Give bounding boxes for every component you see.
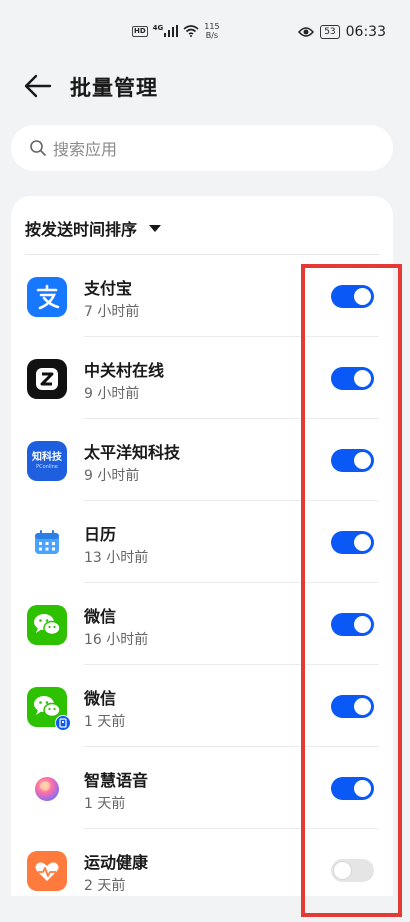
caret-down-icon [149, 224, 162, 232]
status-bar: HD 4G 115 B/s 53 06:33 [0, 0, 410, 64]
app-time: 9 小时前 [84, 468, 140, 484]
hd-badge: HD [132, 25, 148, 37]
notification-toggle[interactable] [331, 449, 374, 472]
alipay-icon [27, 277, 67, 317]
notification-toggle[interactable] [331, 531, 374, 554]
search-input[interactable]: 搜索应用 [11, 125, 393, 171]
pconline-icon: 知科技 PConline [27, 441, 67, 481]
notification-toggle[interactable] [331, 695, 374, 718]
app-name: 中关村在线 [84, 361, 165, 380]
page-title: 批量管理 [70, 76, 158, 100]
app-time: 16 小时前 [84, 632, 149, 648]
list-item: 支付宝 7 小时前 [11, 255, 393, 337]
status-right: 53 06:33 [298, 24, 386, 40]
voice-assistant-icon [27, 769, 67, 809]
battery-icon: 53 [320, 25, 340, 39]
app-time: 1 天前 [84, 796, 126, 812]
app-time: 7 小时前 [84, 304, 140, 320]
network-type: 4G [152, 24, 164, 32]
app-name: 日历 [84, 525, 117, 544]
app-name: 太平洋知科技 [84, 443, 181, 462]
list-item: 智慧语音 1 天前 [11, 747, 393, 829]
list-item: 微信 1 天前 [11, 665, 393, 747]
sort-dropdown[interactable]: 按发送时间排序 [25, 214, 162, 242]
app-header: 批量管理 [0, 64, 410, 108]
notification-toggle[interactable] [331, 367, 374, 390]
back-arrow-icon[interactable] [24, 73, 52, 99]
app-name: 微信 [84, 607, 117, 626]
notification-toggle[interactable] [331, 613, 374, 636]
sort-label: 按发送时间排序 [25, 220, 138, 239]
speed-value: 115 [204, 22, 220, 31]
app-name: 微信 [84, 689, 117, 708]
app-time: 1 天前 [84, 714, 126, 730]
app-time: 13 小时前 [84, 550, 149, 566]
zol-icon [27, 359, 67, 399]
app-name: 运动健康 [84, 853, 149, 872]
icon-subtext: PConline [36, 463, 58, 470]
eye-comfort-icon [298, 27, 315, 37]
app-name: 支付宝 [84, 279, 133, 298]
list-item: 日历 13 小时前 [11, 501, 393, 583]
status-indicators: HD 4G 115 B/s [132, 22, 220, 40]
network-speed: 115 B/s [204, 22, 219, 40]
list-item: 中关村在线 9 小时前 [11, 337, 393, 419]
app-name: 智慧语音 [84, 771, 149, 790]
icon-text: 知科技 [32, 451, 62, 463]
calendar-icon [27, 523, 67, 563]
notification-toggle[interactable] [331, 285, 374, 308]
app-time: 2 天前 [84, 878, 126, 894]
speed-unit: B/s [205, 31, 219, 40]
list-item: 运动健康 2 天前 [11, 829, 393, 896]
clock: 06:33 [345, 24, 386, 40]
wechat-icon [27, 605, 67, 645]
search-placeholder: 搜索应用 [53, 140, 118, 159]
list-item: 知科技 PConline 太平洋知科技 9 小时前 [11, 419, 393, 501]
clone-badge-icon [55, 715, 71, 731]
list-item: 微信 16 小时前 [11, 583, 393, 665]
notification-toggle[interactable] [331, 777, 374, 800]
app-time: 9 小时前 [84, 386, 140, 402]
app-list-card: 按发送时间排序 支付宝 7 小时前 中关村在线 9 小时前 知科技 PConli… [11, 196, 393, 896]
wifi-icon [183, 25, 199, 37]
bottom-area [0, 896, 410, 922]
search-icon [30, 140, 46, 156]
wechat-clone-icon [27, 687, 71, 731]
signal-icon [164, 25, 179, 37]
notification-toggle[interactable] [331, 859, 374, 882]
health-icon [27, 851, 67, 891]
